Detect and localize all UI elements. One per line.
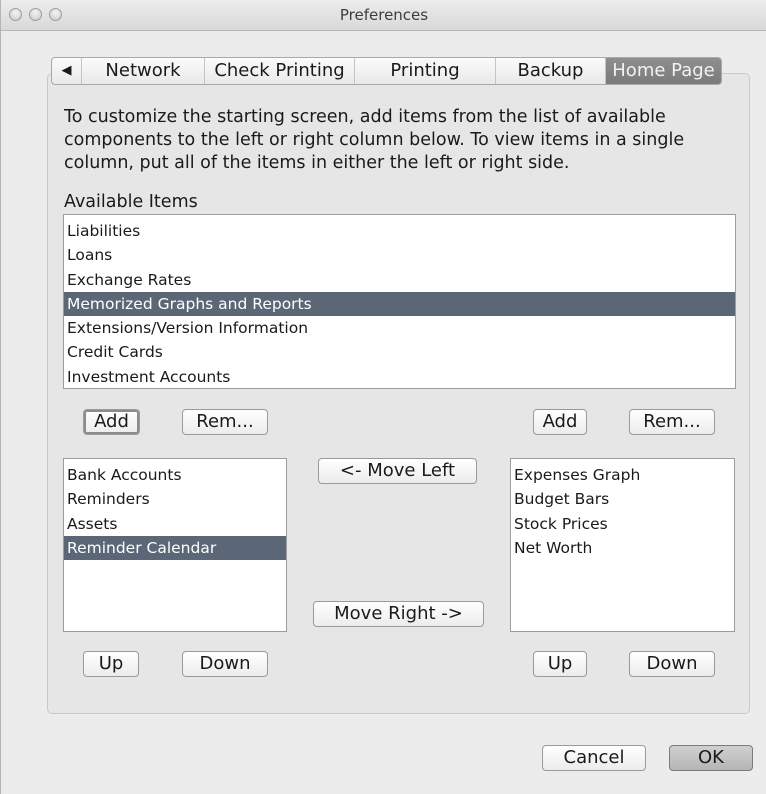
- tab-check-printing[interactable]: Check Printing: [205, 58, 355, 84]
- list-item[interactable]: Bank Accounts: [64, 463, 286, 487]
- available-items-list[interactable]: Liabilities Loans Exchange Rates Memoriz…: [63, 214, 736, 389]
- move-up-left-button[interactable]: Up: [83, 651, 139, 677]
- ok-button[interactable]: OK: [669, 745, 753, 771]
- list-item[interactable]: Reminder Calendar: [64, 535, 286, 561]
- list-item[interactable]: Credit Cards: [64, 340, 735, 364]
- preferences-window: Preferences ◀ Network Check Printing Pri…: [0, 0, 766, 794]
- instructions-text: To customize the starting screen, add it…: [64, 107, 685, 173]
- list-item[interactable]: Expenses Graph: [511, 463, 734, 487]
- add-left-button[interactable]: Add: [83, 409, 140, 435]
- cancel-button[interactable]: Cancel: [542, 745, 646, 771]
- list-item[interactable]: Loans: [64, 243, 735, 267]
- list-item[interactable]: Extensions/Version Information: [64, 316, 735, 340]
- available-items-label: Available Items: [64, 192, 198, 212]
- list-item[interactable]: Net Worth: [511, 536, 734, 560]
- move-left-button[interactable]: <- Move Left: [318, 458, 477, 484]
- tab-network[interactable]: Network: [82, 58, 205, 84]
- right-column-list[interactable]: Expenses Graph Budget Bars Stock Prices …: [510, 458, 735, 632]
- tab-printing[interactable]: Printing: [355, 58, 496, 84]
- remove-right-button[interactable]: Rem...: [629, 409, 715, 435]
- move-down-left-button[interactable]: Down: [182, 651, 268, 677]
- title-bar: Preferences: [1, 0, 766, 31]
- list-item[interactable]: Reminders: [64, 487, 286, 511]
- move-up-right-button[interactable]: Up: [533, 651, 587, 677]
- preferences-tab-bar: ◀ Network Check Printing Printing Backup…: [51, 57, 722, 85]
- list-item[interactable]: Memorized Graphs and Reports: [64, 291, 735, 317]
- list-item[interactable]: Liabilities: [64, 219, 735, 243]
- triangle-left-icon: ◀: [61, 63, 72, 78]
- move-down-right-button[interactable]: Down: [629, 651, 715, 677]
- window-title: Preferences: [339, 6, 429, 24]
- left-column-list[interactable]: Bank Accounts Reminders Assets Reminder …: [63, 458, 287, 632]
- tab-home-page[interactable]: Home Page: [606, 58, 721, 84]
- list-item[interactable]: Stock Prices: [511, 512, 734, 536]
- move-right-button[interactable]: Move Right ->: [313, 601, 484, 627]
- add-right-button[interactable]: Add: [533, 409, 587, 435]
- list-item[interactable]: Assets: [64, 512, 286, 536]
- list-item[interactable]: Exchange Rates: [64, 268, 735, 292]
- list-item[interactable]: Investment Accounts: [64, 365, 735, 389]
- tab-scroll-left-arrow[interactable]: ◀: [52, 58, 82, 84]
- remove-left-button[interactable]: Rem...: [182, 409, 268, 435]
- list-item[interactable]: Budget Bars: [511, 487, 734, 511]
- tab-backup[interactable]: Backup: [496, 58, 606, 84]
